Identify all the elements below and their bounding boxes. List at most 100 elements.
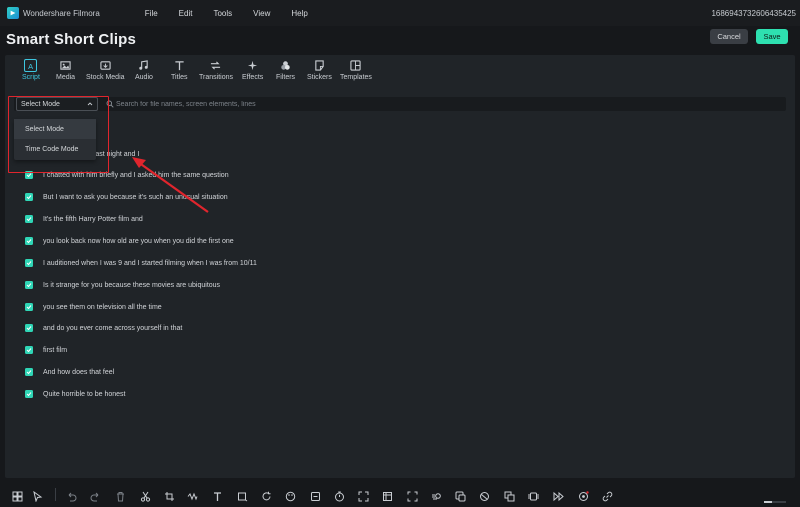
- zoom-slider-icon[interactable]: [764, 492, 786, 503]
- checkbox-checked[interactable]: [25, 346, 33, 354]
- script-line-text: Quite horrible to be honest: [43, 390, 126, 398]
- split-screen-icon[interactable]: [528, 489, 539, 501]
- checkbox-checked[interactable]: [25, 259, 33, 267]
- tab-filters[interactable]: Filters: [276, 59, 295, 81]
- mask-icon[interactable]: [479, 489, 490, 501]
- crop-icon[interactable]: [164, 489, 175, 501]
- checkbox-checked[interactable]: [25, 237, 33, 245]
- ai-enhance-icon[interactable]: [578, 489, 589, 501]
- main-panel: A Script Media Stock Media Audio Titles …: [5, 55, 795, 478]
- checkbox-checked[interactable]: [25, 324, 33, 332]
- ai-tool-icon[interactable]: [455, 489, 466, 502]
- pointer-icon[interactable]: [32, 489, 43, 503]
- tab-effects-label: Effects: [242, 74, 264, 81]
- titles-icon: [173, 59, 186, 72]
- script-line[interactable]: and do you ever come across yourself in …: [25, 323, 182, 333]
- tab-titles-label: Titles: [171, 74, 188, 81]
- media-icon: [59, 59, 72, 72]
- link-icon[interactable]: [602, 489, 613, 502]
- undo-icon[interactable]: [66, 489, 77, 502]
- filters-icon: [279, 59, 292, 72]
- checkbox-checked[interactable]: [25, 390, 33, 398]
- script-line-text: you see them on television all the time: [43, 303, 162, 311]
- fullscreen-icon[interactable]: [407, 489, 418, 502]
- text-icon[interactable]: [212, 489, 223, 501]
- cancel-button[interactable]: Cancel: [710, 29, 748, 44]
- color-palette-icon[interactable]: [285, 489, 296, 502]
- tab-media[interactable]: Media: [56, 59, 75, 81]
- filmora-logo-icon: [7, 7, 19, 19]
- menu-view[interactable]: View: [253, 9, 270, 18]
- search-input[interactable]: [116, 98, 716, 110]
- divider: [55, 488, 56, 501]
- redo-icon[interactable]: [90, 489, 101, 502]
- session-id: 1686943732606435425: [711, 9, 796, 18]
- menu-tools[interactable]: Tools: [213, 9, 232, 18]
- menu-help[interactable]: Help: [291, 9, 307, 18]
- tab-transitions-label: Transitions: [199, 74, 233, 81]
- templates-icon: [349, 59, 362, 72]
- scissors-icon[interactable]: [140, 489, 151, 502]
- menu-bar: File Edit Tools View Help: [145, 9, 329, 18]
- stock-media-icon: [99, 59, 112, 72]
- tab-templates-label: Templates: [340, 74, 372, 81]
- stabilize-icon[interactable]: [310, 489, 321, 501]
- tab-stock-media[interactable]: Stock Media: [86, 59, 125, 81]
- tab-filters-label: Filters: [276, 74, 296, 81]
- motion-icon[interactable]: [431, 489, 442, 500]
- page-header: Smart Short Clips Cancel Save: [0, 26, 800, 54]
- script-line-text: It's the fifth Harry Potter film and: [43, 215, 143, 223]
- script-line[interactable]: It's the fifth Harry Potter film and: [25, 214, 143, 224]
- bottom-toolbar: [0, 482, 800, 507]
- audio-icon: [137, 59, 150, 72]
- script-line-text: you look back now how old are you when y…: [43, 237, 234, 245]
- tab-audio[interactable]: Audio: [135, 59, 153, 81]
- resize-icon[interactable]: [358, 489, 369, 502]
- tab-effects[interactable]: Effects: [242, 59, 263, 81]
- tab-transitions[interactable]: Transitions: [199, 59, 233, 81]
- script-line-text: Is it strange for you because these movi…: [43, 281, 221, 289]
- checkbox-checked[interactable]: [25, 303, 33, 311]
- script-icon: A: [24, 59, 38, 72]
- page-title: Smart Short Clips: [6, 31, 137, 48]
- tab-audio-label: Audio: [135, 74, 153, 81]
- audio-split-icon[interactable]: [187, 489, 198, 501]
- script-line[interactable]: first film: [25, 345, 67, 355]
- app-name: Wondershare Filmora: [23, 8, 100, 18]
- freeze-frame-icon[interactable]: [382, 489, 393, 501]
- script-line[interactable]: I auditioned when I was 9 and I started …: [25, 258, 257, 268]
- rotate-icon[interactable]: [261, 489, 272, 501]
- script-line-text: But I want to ask you because it's such …: [43, 193, 228, 201]
- tab-media-label: Media: [56, 74, 76, 81]
- detach-audio-icon[interactable]: [504, 489, 515, 502]
- tab-titles[interactable]: Titles: [171, 59, 187, 81]
- checkbox-checked[interactable]: [25, 193, 33, 201]
- tab-stickers[interactable]: Stickers: [307, 59, 332, 81]
- tab-stock-media-label: Stock Media: [86, 74, 125, 81]
- timer-icon[interactable]: [334, 489, 345, 502]
- script-line[interactable]: you see them on television all the time: [25, 302, 162, 312]
- crop-frame-icon[interactable]: [237, 489, 248, 502]
- checkbox-checked[interactable]: [25, 215, 33, 223]
- script-line-text: and do you ever come across yourself in …: [43, 324, 183, 332]
- grid-icon[interactable]: [12, 489, 23, 502]
- menu-file[interactable]: File: [145, 9, 158, 18]
- speed-icon[interactable]: [553, 489, 564, 502]
- tab-stickers-label: Stickers: [307, 74, 332, 81]
- script-line[interactable]: Is it strange for you because these movi…: [25, 280, 220, 290]
- delete-icon[interactable]: [115, 489, 126, 502]
- script-line-text: first film: [43, 346, 68, 354]
- menu-edit[interactable]: Edit: [179, 9, 193, 18]
- script-line[interactable]: Quite horrible to be honest: [25, 389, 126, 399]
- checkbox-checked[interactable]: [25, 281, 33, 289]
- checkbox-checked[interactable]: [25, 368, 33, 376]
- tab-script[interactable]: A Script: [22, 59, 40, 81]
- script-line-text: And how does that feel: [43, 368, 115, 376]
- svg-text:A: A: [28, 61, 33, 70]
- script-line[interactable]: And how does that feel: [25, 367, 114, 377]
- tab-templates[interactable]: Templates: [340, 59, 372, 81]
- script-line[interactable]: But I want to ask you because it's such …: [25, 192, 228, 202]
- annotation-highlight-box: [8, 96, 109, 173]
- save-button[interactable]: Save: [756, 29, 788, 44]
- script-line[interactable]: you look back now how old are you when y…: [25, 236, 234, 246]
